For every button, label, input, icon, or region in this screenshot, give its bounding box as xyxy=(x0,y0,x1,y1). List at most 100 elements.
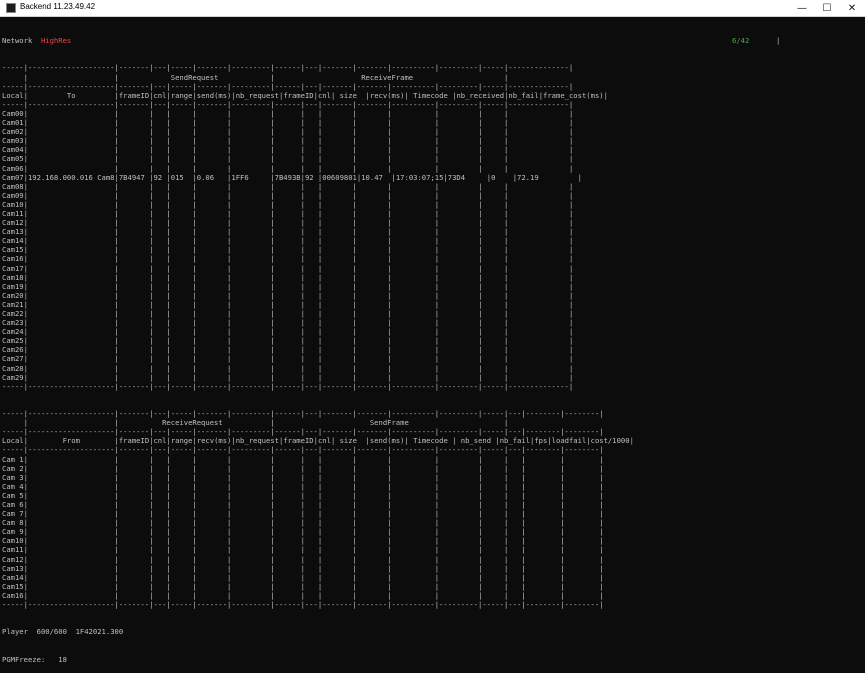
table-cell: 17:03:07;15 xyxy=(395,172,444,182)
table-row: Cam17| | | | | | | | | | | | | | | xyxy=(2,263,574,273)
row-label: Cam12 xyxy=(2,218,24,228)
table-row: Cam07|192.168.000.016 Cam8|7B4947 |92 |0… xyxy=(2,172,582,182)
row-label: Cam02 xyxy=(2,127,24,137)
column-header: From xyxy=(62,436,80,446)
table-row: Cam 5| | | | | | | | | | | | | | | | | xyxy=(2,490,604,500)
row-label: Cam13 xyxy=(2,227,24,237)
row-label: Cam06 xyxy=(2,163,24,173)
column-header: cnl xyxy=(153,90,167,100)
table-row: Cam16| | | | | | | | | | | | | | | | | xyxy=(2,590,604,600)
row-label: Cam28 xyxy=(2,363,24,373)
table-row: Cam18| | | | | | | | | | | | | | | xyxy=(2,272,574,282)
table-cell: 192.168.000.016 Cam8 xyxy=(27,172,115,182)
row-label: Cam14 xyxy=(2,572,24,582)
row-label: Cam09 xyxy=(2,190,24,200)
table-row: Cam09| | | | | | | | | | | | | | | xyxy=(2,190,574,200)
table-cell: 72.19 xyxy=(517,172,539,182)
row-label: Cam11 xyxy=(2,208,24,218)
table-row: Cam11| | | | | | | | | | | | | | | | | xyxy=(2,545,604,555)
minimize-button[interactable]: — xyxy=(788,0,816,17)
table-border: -----|--------------------|-------|---|-… xyxy=(2,381,574,391)
row-label: Cam05 xyxy=(2,154,24,164)
column-header: Local xyxy=(2,90,24,100)
table-border: -----|--------------------|-------|---|-… xyxy=(2,63,574,73)
column-header: size xyxy=(339,90,357,100)
close-button[interactable]: ✕ xyxy=(838,0,865,17)
row-label: Cam26 xyxy=(2,345,24,355)
column-header: cnl xyxy=(153,436,167,446)
table-row: Cam26| | | | | | | | | | | | | | | xyxy=(2,345,574,355)
table-cell: 7B4947 xyxy=(118,172,145,182)
table-row: Cam22| | | | | | | | | | | | | | | xyxy=(2,309,574,318)
maximize-button[interactable]: ☐ xyxy=(813,0,841,17)
row-label: Cam10 xyxy=(2,199,24,209)
column-header: cnl xyxy=(317,90,331,100)
player-frames: 600/600 xyxy=(36,627,67,637)
column-header: nb_request xyxy=(235,90,279,100)
table-border: -----|--------------------|-------|---|-… xyxy=(2,427,604,437)
column-header: nb_received xyxy=(456,90,505,100)
console-output: Network HighRes 6/42 | -----|-------------… xyxy=(2,18,865,663)
row-label: Cam18 xyxy=(2,272,24,282)
row-label: Cam22 xyxy=(2,309,24,318)
column-header: size xyxy=(339,436,357,446)
table-row: Cam29| | | | | | | | | | | | | | | xyxy=(2,372,574,382)
status-line: Network HighRes 6/42 | xyxy=(2,36,865,45)
column-header: Local xyxy=(2,436,24,446)
row-label: Cam10 xyxy=(2,536,24,546)
table-border: -----|--------------------|-------|---|-… xyxy=(2,99,574,109)
table-border: -----|--------------------|-------|---|-… xyxy=(2,600,604,609)
table-cell: 1FF6 xyxy=(231,172,249,182)
row-label: Cam20 xyxy=(2,290,24,300)
column-header: fps xyxy=(534,436,548,446)
row-label: Cam15 xyxy=(2,245,24,255)
column-header: frameID xyxy=(283,90,314,100)
column-header: recv(ms) xyxy=(196,436,232,446)
row-label: Cam 8 xyxy=(2,518,24,528)
table-row: Cam27| | | | | | | | | | | | | | | xyxy=(2,354,574,364)
table-cell: 0 xyxy=(491,172,496,182)
column-header: frame_cost(ms) xyxy=(543,90,604,100)
row-label: Cam 6 xyxy=(2,499,24,509)
maximize-icon: ☐ xyxy=(822,3,832,14)
column-header: send(ms) xyxy=(196,90,232,100)
window-title: Backend 11.23.49.42 xyxy=(20,2,96,11)
highres-label: HighRes xyxy=(40,36,72,46)
table-row: Cam03| | | | | | | | | | | | | | | xyxy=(2,136,574,146)
table-row: Cam23| | | | | | | | | | | | | | | xyxy=(2,318,574,328)
table-row: Cam 2| | | | | | | | | | | | | | | | | xyxy=(2,463,604,473)
column-header: range xyxy=(170,90,193,100)
table-row: Cam 8| | | | | | | | | | | | | | | | | xyxy=(2,518,604,528)
row-label: Cam16 xyxy=(2,590,24,600)
row-label: Cam08 xyxy=(2,181,24,191)
row-label: Cam01 xyxy=(2,118,24,128)
table-border: -----|--------------------|-------|---|-… xyxy=(2,409,604,419)
column-header: Timecode xyxy=(413,90,448,100)
column-header: nb_fail xyxy=(508,90,539,100)
row-label: Cam00 xyxy=(2,108,24,118)
table-cell: 7B493B xyxy=(274,172,301,182)
row-label: Cam19 xyxy=(2,281,24,291)
group-right-label: SendFrame xyxy=(369,418,409,428)
table-row: Cam28| | | | | | | | | | | | | | | xyxy=(2,363,574,373)
table-row: Cam13| | | | | | | | | | | | | | | | | xyxy=(2,563,604,573)
table-row: Cam00| | | | | | | | | | | | | | | xyxy=(2,108,574,118)
table-row: Cam10| | | | | | | | | | | | | | | xyxy=(2,199,574,209)
row-label: Cam 4 xyxy=(2,481,24,491)
table-row: Cam12| | | | | | | | | | | | | | | | | xyxy=(2,554,604,564)
table-row: Cam16| | | | | | | | | | | | | | | xyxy=(2,254,574,264)
column-header: frameID xyxy=(118,90,150,100)
table-row: Cam12| | | | | | | | | | | | | | | xyxy=(2,218,574,228)
pgm-freeze-line: PGMFreeze: 18 xyxy=(2,655,865,664)
column-header: frameID xyxy=(283,436,314,446)
title-bar: Backend 11.23.49.42 — ☐ ✕ xyxy=(0,0,865,17)
group-right-label: ReceiveFrame xyxy=(361,72,414,82)
table-cell: 73D4 xyxy=(447,172,466,182)
table-row: Cam01| | | | | | | | | | | | | | | xyxy=(2,118,574,128)
camera-count: 6/42 xyxy=(732,36,750,46)
table-row: Cam19| | | | | | | | | | | | | | | xyxy=(2,281,574,291)
column-header: To xyxy=(66,90,76,100)
text-cursor: | xyxy=(776,36,781,46)
receive-request-table: -----|--------------------|-------|---|-… xyxy=(2,409,865,609)
row-label: Cam25 xyxy=(2,336,24,346)
